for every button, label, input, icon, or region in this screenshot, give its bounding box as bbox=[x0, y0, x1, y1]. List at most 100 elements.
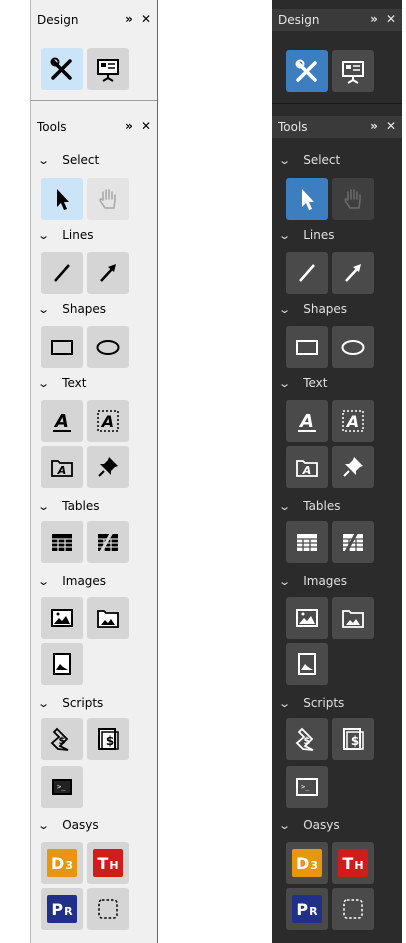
section-oasys[interactable]: ⌄ Oasys bbox=[278, 818, 339, 832]
svg-text:A: A bbox=[100, 412, 114, 431]
image-button[interactable] bbox=[41, 597, 83, 639]
design-pin-icon[interactable]: » bbox=[125, 12, 133, 26]
image-button[interactable] bbox=[286, 597, 328, 639]
image-frame-button[interactable] bbox=[286, 643, 328, 685]
design-close-icon[interactable]: ✕ bbox=[386, 12, 396, 26]
select-pointer-button[interactable] bbox=[286, 178, 328, 220]
chevron-down-icon: ⌄ bbox=[37, 153, 51, 167]
text-button[interactable]: A bbox=[286, 400, 328, 442]
image-frame-button[interactable] bbox=[41, 643, 83, 685]
select-pointer-button[interactable] bbox=[41, 178, 83, 220]
design-tools-button[interactable] bbox=[286, 50, 328, 92]
section-oasys[interactable]: ⌄ Oasys bbox=[37, 818, 98, 832]
svg-text:$: $ bbox=[304, 736, 311, 747]
script-document-button[interactable]: $ bbox=[87, 718, 129, 760]
section-shapes[interactable]: ⌄ Shapes bbox=[37, 302, 106, 316]
image-icon bbox=[51, 609, 73, 627]
svg-text:A: A bbox=[53, 411, 69, 432]
tools-pin-icon[interactable]: » bbox=[370, 119, 378, 133]
section-scripts[interactable]: ⌄ Scripts bbox=[37, 696, 103, 710]
section-tables[interactable]: ⌄ Tables bbox=[37, 499, 99, 513]
tools-pin-icon[interactable]: » bbox=[125, 119, 133, 133]
text-box-button[interactable]: A bbox=[332, 400, 374, 442]
svg-text:$: $ bbox=[59, 736, 66, 747]
section-select[interactable]: ⌄ Select bbox=[278, 153, 340, 167]
section-lines[interactable]: ⌄ Lines bbox=[278, 228, 334, 242]
svg-text:>_: >_ bbox=[301, 783, 310, 791]
text-folder-button[interactable]: A bbox=[41, 446, 83, 488]
chevron-down-icon: ⌄ bbox=[37, 302, 51, 316]
design-pin-icon[interactable]: » bbox=[370, 12, 378, 26]
tools-panel-header: Tools » ✕ bbox=[272, 116, 402, 138]
line-button[interactable] bbox=[286, 252, 328, 294]
section-images[interactable]: ⌄ Images bbox=[278, 574, 347, 588]
table-edit-icon bbox=[343, 531, 363, 553]
section-select[interactable]: ⌄ Select bbox=[37, 153, 99, 167]
arrow-button[interactable] bbox=[87, 252, 129, 294]
rectangle-button[interactable] bbox=[286, 326, 328, 368]
text-button[interactable]: A bbox=[41, 400, 83, 442]
oasys-th-button[interactable]: TH bbox=[87, 842, 129, 884]
table-button[interactable] bbox=[41, 521, 83, 563]
table-button[interactable] bbox=[286, 521, 328, 563]
tools-close-icon[interactable]: ✕ bbox=[386, 119, 396, 133]
chevron-down-icon: ⌄ bbox=[278, 499, 292, 513]
rectangle-button[interactable] bbox=[41, 326, 83, 368]
tools-close-icon[interactable]: ✕ bbox=[141, 119, 151, 133]
rectangle-icon bbox=[296, 340, 318, 355]
section-tables[interactable]: ⌄ Tables bbox=[278, 499, 340, 513]
tools-panel-title: Tools bbox=[278, 120, 308, 134]
design-presentation-button[interactable] bbox=[87, 48, 129, 90]
ellipse-icon bbox=[341, 340, 365, 355]
console-button[interactable]: >_ bbox=[286, 766, 328, 808]
arrow-button[interactable] bbox=[332, 252, 374, 294]
oasys-d3-button[interactable]: D3 bbox=[41, 842, 83, 884]
tools-icon bbox=[295, 59, 317, 82]
console-icon: >_ bbox=[296, 778, 318, 796]
hand-icon bbox=[99, 189, 116, 209]
oasys-selection-button[interactable] bbox=[332, 888, 374, 930]
oasys-d3-button[interactable]: D3 bbox=[286, 842, 328, 884]
script-document-icon: $ bbox=[343, 728, 364, 750]
section-lines[interactable]: ⌄ Lines bbox=[37, 228, 93, 242]
dashed-selection-icon bbox=[98, 899, 118, 919]
image-folder-button[interactable] bbox=[87, 597, 129, 639]
section-images[interactable]: ⌄ Images bbox=[37, 574, 106, 588]
section-scripts[interactable]: ⌄ Scripts bbox=[278, 696, 344, 710]
oasys-pr-button[interactable]: PR bbox=[41, 888, 83, 930]
chevron-down-icon: ⌄ bbox=[37, 499, 51, 513]
design-presentation-button[interactable] bbox=[332, 50, 374, 92]
oasys-pr-button[interactable]: PR bbox=[286, 888, 328, 930]
line-button[interactable] bbox=[41, 252, 83, 294]
chevron-down-icon: ⌄ bbox=[278, 696, 292, 710]
script-button[interactable]: $ bbox=[286, 718, 328, 760]
ellipse-button[interactable] bbox=[87, 326, 129, 368]
script-button[interactable]: $ bbox=[41, 718, 83, 760]
design-close-icon[interactable]: ✕ bbox=[141, 12, 151, 26]
svg-text:$: $ bbox=[351, 734, 359, 748]
pan-hand-button[interactable] bbox=[87, 178, 129, 220]
text-box-button[interactable]: A bbox=[87, 400, 129, 442]
section-shapes[interactable]: ⌄ Shapes bbox=[278, 302, 347, 316]
text-folder-button[interactable]: A bbox=[286, 446, 328, 488]
chevron-down-icon: ⌄ bbox=[278, 228, 292, 242]
section-text[interactable]: ⌄ Text bbox=[278, 376, 327, 390]
section-text[interactable]: ⌄ Text bbox=[37, 376, 86, 390]
pin-button[interactable] bbox=[332, 446, 374, 488]
oasys-selection-button[interactable] bbox=[87, 888, 129, 930]
image-folder-button[interactable] bbox=[332, 597, 374, 639]
svg-text:$: $ bbox=[106, 734, 114, 748]
text-a-icon: A bbox=[53, 411, 71, 432]
design-tools-button[interactable] bbox=[41, 48, 83, 90]
oasys-th-button[interactable]: TH bbox=[332, 842, 374, 884]
pin-button[interactable] bbox=[87, 446, 129, 488]
pan-hand-button[interactable] bbox=[332, 178, 374, 220]
table-edit-button[interactable] bbox=[87, 521, 129, 563]
svg-text:A: A bbox=[298, 411, 314, 432]
console-button[interactable]: >_ bbox=[41, 766, 83, 808]
chevron-down-icon: ⌄ bbox=[278, 302, 292, 316]
table-edit-button[interactable] bbox=[332, 521, 374, 563]
script-document-button[interactable]: $ bbox=[332, 718, 374, 760]
console-icon: >_ bbox=[52, 779, 72, 795]
ellipse-button[interactable] bbox=[332, 326, 374, 368]
